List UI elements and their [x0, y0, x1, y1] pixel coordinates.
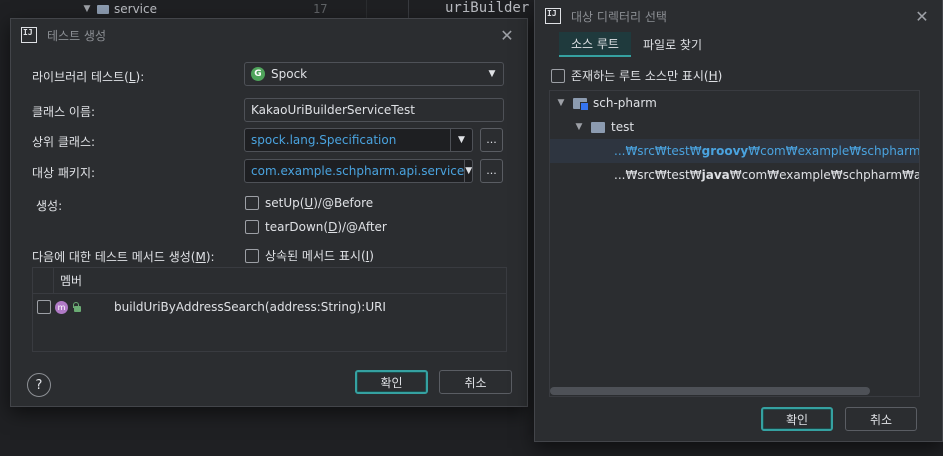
superclass-label: 상위 클래스:: [32, 135, 96, 149]
folder-icon: [591, 121, 605, 133]
dropdown-arrow-icon: ▼: [488, 69, 496, 79]
project-tree-item[interactable]: ▼ service: [82, 2, 157, 16]
tab-find-by-file[interactable]: 파일로 찾기: [631, 32, 714, 57]
lock-icon: [72, 302, 82, 312]
ok-button[interactable]: 확인: [355, 370, 428, 394]
cancel-button[interactable]: 취소: [439, 370, 512, 394]
choose-directory-titlebar: IJ 대상 디렉터리 선택 ✕: [535, 0, 942, 32]
superclass-value: spock.lang.Specification: [251, 133, 397, 147]
member-checkbox[interactable]: [37, 300, 51, 314]
create-test-dialog: IJ 테스트 생성 ✕ 라이브러리 테스트(L): G Spock ▼ 클래스 …: [10, 18, 528, 407]
library-label: 라이브러리 테스트(L):: [32, 70, 145, 84]
member-signature: buildUriByAddressSearch(address:String):…: [114, 300, 386, 314]
teardown-label: tearDown(D)/@After: [265, 220, 387, 234]
choose-directory-dialog: IJ 대상 디렉터리 선택 ✕ 소스 루트 파일로 찾기 존재하는 루트 소스만…: [534, 0, 943, 442]
chevron-down-icon: ▼: [575, 122, 583, 132]
folder-icon: [97, 4, 109, 14]
generate-label: 생성:: [36, 199, 63, 213]
close-icon[interactable]: ✕: [912, 7, 932, 26]
class-name-value: KakaoUriBuilderServiceTest: [251, 103, 415, 117]
tree-node-label: ...₩src₩test₩groovy₩com₩example₩schpharm…: [614, 144, 920, 158]
only-existing-roots-label: 존재하는 루트 소스만 표시(H): [571, 69, 723, 83]
methods-label: 다음에 대한 테스트 메서드 생성(M):: [32, 250, 215, 264]
class-name-field[interactable]: KakaoUriBuilderServiceTest: [244, 98, 504, 122]
close-icon[interactable]: ✕: [497, 26, 517, 45]
chevron-down-icon: ▼: [83, 4, 91, 14]
tab-source-roots[interactable]: 소스 루트: [559, 32, 631, 57]
ok-button[interactable]: 확인: [761, 407, 833, 431]
package-label: 대상 패키지:: [32, 166, 96, 180]
tree-node-label: test: [611, 120, 635, 134]
checkbox-box[interactable]: [551, 68, 565, 83]
library-select[interactable]: G Spock ▼: [244, 62, 504, 86]
tree-item-label: service: [114, 2, 157, 16]
browse-superclass-button[interactable]: ...: [480, 128, 503, 152]
checkbox-box[interactable]: [245, 220, 259, 234]
source-root-tree: ▼ sch-pharm ▼ test ...₩src₩test₩groovy₩c…: [549, 90, 920, 397]
only-existing-roots-checkbox[interactable]: 존재하는 루트 소스만 표시(H): [551, 67, 722, 84]
spock-icon: G: [251, 67, 265, 81]
dialog-title: 테스트 생성: [47, 28, 107, 43]
teardown-checkbox[interactable]: tearDown(D)/@After: [245, 220, 387, 234]
code-text: uriBuilder: [445, 0, 530, 16]
tab-bar: 소스 루트 파일로 찾기: [559, 32, 714, 57]
checkbox-box[interactable]: [245, 248, 259, 263]
module-folder-icon: [573, 97, 589, 111]
horizontal-scrollbar[interactable]: [550, 387, 870, 395]
show-inherited-checkbox[interactable]: 상속된 메서드 표시(I): [245, 247, 374, 264]
tree-node-groovy-root[interactable]: ...₩src₩test₩groovy₩com₩example₩schpharm…: [550, 139, 919, 163]
help-button[interactable]: ?: [27, 373, 51, 397]
class-name-label: 클래스 이름:: [32, 105, 96, 119]
intellij-app-icon: IJ: [21, 27, 37, 43]
checkbox-box[interactable]: [245, 196, 259, 210]
line-number: 17: [313, 2, 328, 16]
superclass-field[interactable]: spock.lang.Specification ▼: [244, 128, 473, 152]
setup-label: setUp(U)/@Before: [265, 196, 374, 210]
dropdown-arrow-icon[interactable]: ▼: [464, 160, 472, 182]
tree-node-project[interactable]: ▼ sch-pharm: [550, 91, 919, 115]
members-header: 멤버: [33, 268, 506, 294]
dialog-title: 대상 디렉터리 선택: [571, 9, 667, 24]
tree-node-java-root[interactable]: ...₩src₩test₩java₩com₩example₩schpharm₩a…: [550, 163, 919, 187]
chevron-down-icon: ▼: [557, 98, 565, 108]
intellij-app-icon: IJ: [545, 8, 561, 24]
indent-guide: [408, 0, 409, 20]
package-field[interactable]: com.example.schpharm.api.service ▼: [244, 159, 473, 183]
create-test-titlebar: IJ 테스트 생성 ✕: [11, 19, 527, 51]
members-table: 멤버 m buildUriByAddressSearch(address:Str…: [32, 267, 507, 352]
show-inherited-label: 상속된 메서드 표시(I): [265, 249, 374, 263]
table-row[interactable]: m buildUriByAddressSearch(address:String…: [33, 294, 506, 320]
cancel-button[interactable]: 취소: [845, 407, 917, 431]
library-value: Spock: [271, 67, 308, 81]
tree-node-label: sch-pharm: [593, 96, 657, 110]
tree-node-label: ...₩src₩test₩java₩com₩example₩schpharm₩a…: [614, 168, 920, 182]
setup-checkbox[interactable]: setUp(U)/@Before: [245, 196, 373, 210]
browse-package-button[interactable]: ...: [480, 159, 503, 183]
tree-node-module[interactable]: ▼ test: [550, 115, 919, 139]
method-icon: m: [55, 300, 68, 314]
dropdown-arrow-icon[interactable]: ▼: [450, 129, 472, 151]
package-value: com.example.schpharm.api.service: [251, 164, 465, 178]
